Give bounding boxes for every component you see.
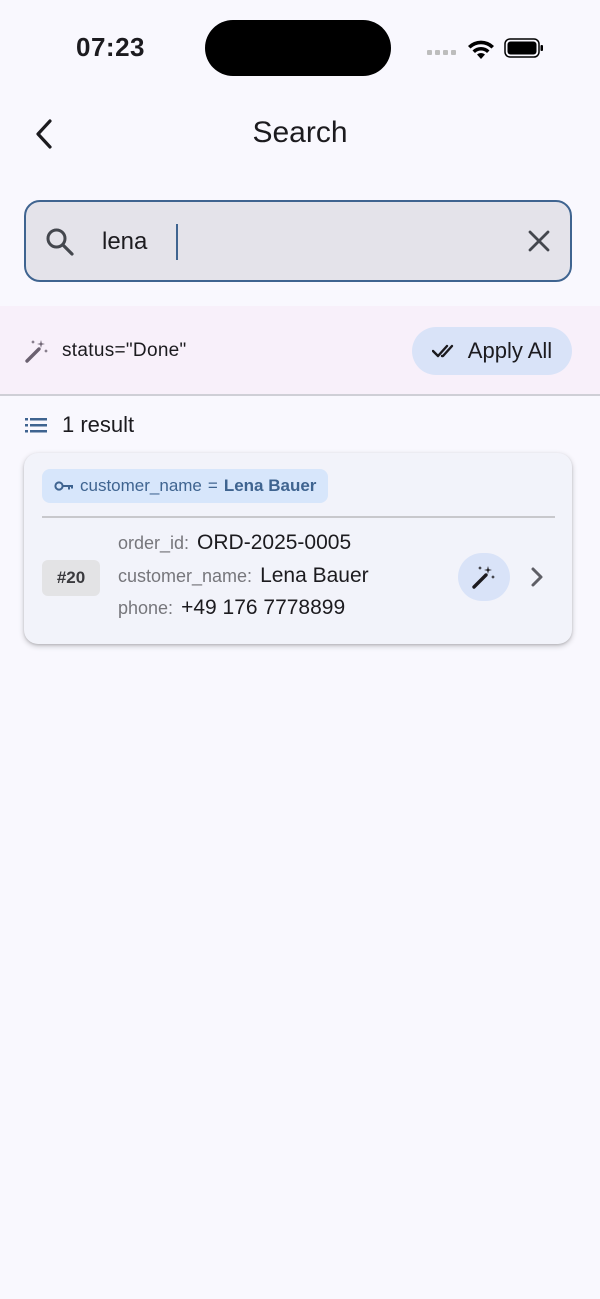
wifi-icon [468,40,494,59]
list-icon [25,418,47,433]
clear-icon [528,230,550,252]
results-count: 1 result [62,412,135,437]
field-key: order_id: [118,533,190,553]
chevron-right-icon[interactable] [526,565,548,589]
divider [42,516,555,518]
apply-all-button[interactable]: Apply All [412,327,572,375]
page-title: Search [252,116,348,149]
magic-wand-icon [472,566,495,589]
field-value: Lena Bauer [260,563,369,587]
field-value: ORD-2025-0005 [197,531,352,554]
match-chip: customer_name = Lena Bauer [42,469,329,503]
field-row: customer_name: Lena Bauer [118,564,369,597]
double-check-icon [431,344,453,358]
field-key: customer_name: [118,565,253,586]
search-field[interactable] [24,200,572,282]
row-number-badge: #20 [42,560,100,596]
match-value: Lena Bauer [223,476,317,495]
apply-filter-button[interactable] [458,553,510,601]
match-operator: = [207,476,218,495]
key-icon [54,481,73,491]
results-header: 1 result [24,410,134,440]
apply-all-label: Apply All [467,338,553,363]
field-key: phone: [118,598,174,618]
app-bar: Search [0,100,600,170]
text-caret [176,224,178,260]
field-row: order_id: ORD-2025-0005 [118,531,369,564]
field-value: +49 176 7778899 [181,596,346,619]
battery-icon [504,38,543,58]
magic-wand-icon [25,340,48,363]
search-input[interactable] [102,224,482,260]
field-row: phone: +49 176 7778899 [118,596,369,629]
result-card[interactable]: customer_name = Lena Bauer #20 order_id:… [24,453,572,644]
dynamic-island [205,20,391,76]
cellular-signal-icon [427,50,456,55]
match-key: customer_name [80,476,202,495]
record-fields: order_id: ORD-2025-0005 customer_name: L… [118,531,369,629]
status-time: 07:23 [76,32,145,62]
filter-expression: status="Done" [62,340,187,361]
filter-suggestion-bar: status="Done" Apply All [0,306,600,396]
search-icon [46,228,74,256]
clear-search-button[interactable] [522,224,556,258]
status-bar: 07:23 [0,0,600,96]
